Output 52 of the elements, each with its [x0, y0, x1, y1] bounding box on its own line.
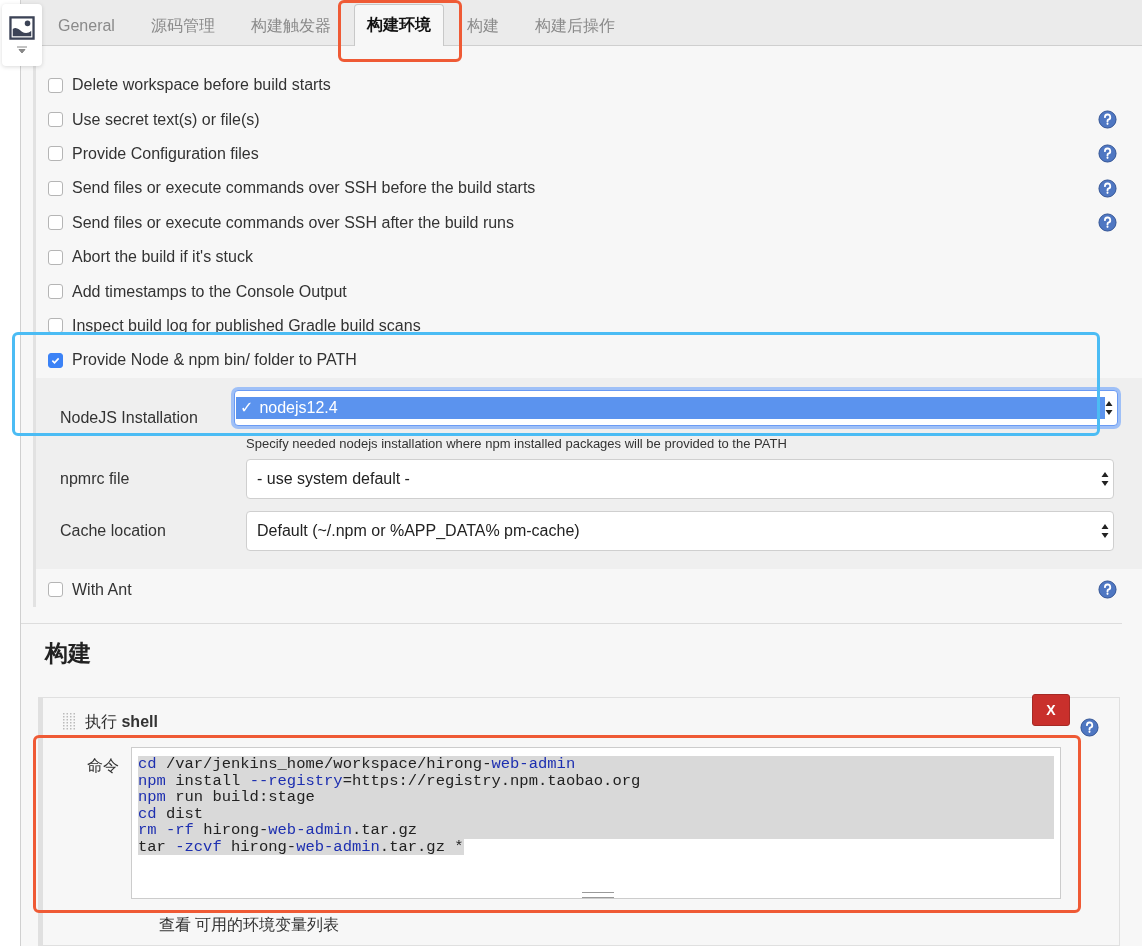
- env-vars-link[interactable]: 查看 可用的环境变量列表: [159, 914, 1119, 936]
- option-label: Delete workspace before build starts: [72, 76, 332, 95]
- help-icon[interactable]: [1098, 178, 1117, 198]
- section-heading: 构建: [21, 622, 1122, 669]
- checkbox[interactable]: [48, 249, 63, 265]
- option-label: With Ant: [72, 580, 133, 599]
- selected-option[interactable]: ✓ nodejs12.4: [236, 396, 1105, 419]
- checkbox[interactable]: [48, 215, 63, 231]
- drag-handle-icon[interactable]: [63, 713, 77, 732]
- tab[interactable]: 构建: [453, 5, 512, 46]
- resize-grip-icon[interactable]: [582, 891, 614, 898]
- command-textarea[interactable]: cd /var/jenkins_home/workspace/hirong-web-admin npm install --registry=https://registry.npm.taobao.org npm run build:stage cd dist rm -rf hirong-web-admin.tar.gz tar -zcvf hirong-web-admin.tar.gz *: [131, 746, 1061, 899]
- field-label: 命令: [86, 755, 119, 776]
- dropdown-caret-icon[interactable]: [17, 46, 27, 54]
- select-field[interactable]: Default (~/.npm or %APP_DATA% pm-cache): [246, 510, 1114, 551]
- select-arrows-icon: [1105, 399, 1113, 416]
- option-label: Abort the build if it's stuck: [72, 248, 254, 267]
- tab[interactable]: 源码管理: [137, 5, 228, 46]
- option-label: Provide Configuration files: [72, 144, 260, 163]
- field-label: NodeJS Installation: [59, 409, 199, 427]
- tab[interactable]: 构建触发器: [237, 5, 344, 46]
- checkbox[interactable]: [48, 146, 63, 162]
- help-icon[interactable]: [1080, 717, 1099, 737]
- checkbox[interactable]: [48, 582, 63, 598]
- checkbox[interactable]: [48, 112, 63, 128]
- option-label: Send files or execute commands over SSH after the build runs: [72, 213, 515, 232]
- delete-button[interactable]: X: [1032, 693, 1070, 726]
- help-icon[interactable]: [1098, 580, 1117, 600]
- option-label: Send files or execute commands over SSH before the build starts: [72, 179, 537, 198]
- help-icon[interactable]: [1098, 144, 1117, 164]
- tab[interactable]: 构建后操作: [521, 5, 628, 46]
- step-title: 执行 shell: [85, 711, 158, 732]
- tab[interactable]: 构建环境: [353, 4, 444, 46]
- select-field[interactable]: - use system default -: [246, 458, 1114, 499]
- checkbox[interactable]: [48, 352, 63, 368]
- check-icon: [51, 355, 60, 365]
- help-icon[interactable]: [1098, 110, 1117, 130]
- image-icon[interactable]: [9, 16, 35, 40]
- field-label: Cache location: [59, 521, 167, 540]
- select-field[interactable]: ✓ nodejs12.4: [234, 389, 1118, 426]
- field-label: npmrc file: [59, 469, 131, 488]
- select-arrows-icon: [1101, 522, 1109, 539]
- tab[interactable]: General: [45, 5, 128, 46]
- option-label: Use secret text(s) or file(s): [72, 110, 261, 129]
- select-arrows-icon: [1101, 470, 1109, 487]
- checkbox[interactable]: [48, 284, 63, 300]
- option-label: Provide Node & npm bin/ folder to PATH: [72, 351, 358, 370]
- help-icon[interactable]: [1098, 213, 1117, 233]
- checkbox[interactable]: [48, 180, 63, 196]
- hint-text: Specify needed nodejs installation where npm installed packages will be provided to the PATH: [246, 435, 788, 451]
- checkbox[interactable]: [48, 77, 63, 93]
- option-label: Add timestamps to the Console Output: [72, 282, 348, 301]
